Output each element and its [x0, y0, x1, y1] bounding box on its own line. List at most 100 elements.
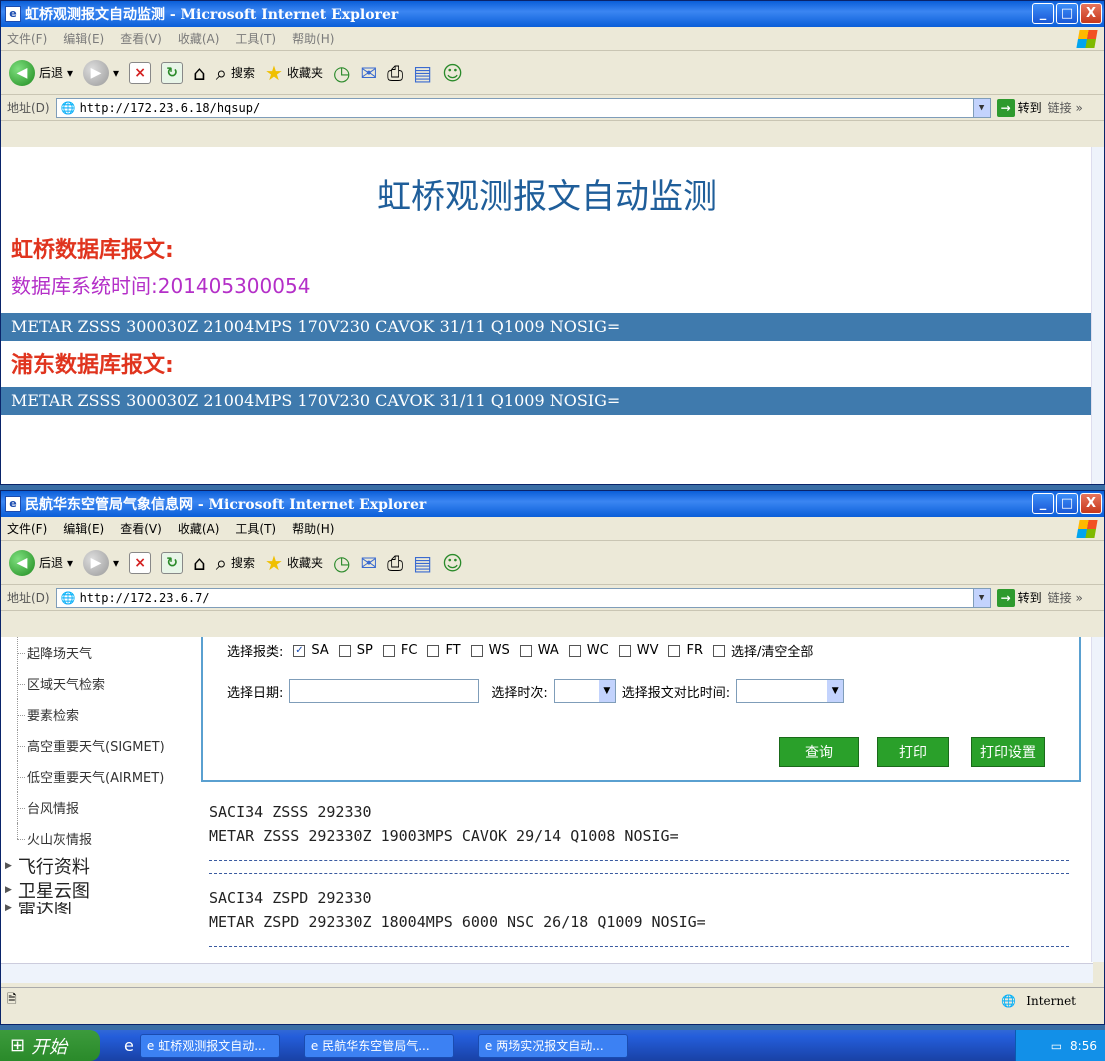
ie-icon: e: [5, 496, 21, 512]
taskbar-item-eastchina[interactable]: e 民航华东空管局气...: [303, 1033, 454, 1058]
back-button[interactable]: ◀ 后退 ▾: [9, 549, 73, 576]
page-content: 虹桥观测报文自动监测 虹桥数据库报文: 数据库系统时间:201405300054…: [1, 147, 1093, 484]
print-icon[interactable]: ⎙: [387, 62, 403, 84]
compare-label: 选择报文对比时间:: [621, 685, 731, 701]
taskbar-item-two-airports[interactable]: e 两场实况报文自动...: [477, 1033, 628, 1058]
sidebar-section-radar[interactable]: ▶ 雷达图: [1, 902, 201, 914]
maximize-button[interactable]: □: [1056, 493, 1078, 514]
address-input[interactable]: 🌐 http://172.23.6.18/hqsup/ ▼: [55, 97, 991, 118]
report-body: METAR ZSPD 292330Z 18004MPS 6000 NSC 26/…: [209, 913, 706, 931]
triangle-right-icon: ▶: [5, 885, 12, 895]
sidebar-item-airmet[interactable]: 低空重要天气(AIRMET): [1, 761, 201, 792]
refresh-icon[interactable]: ↻: [161, 551, 184, 574]
start-button[interactable]: ⊞ 开始: [0, 1030, 100, 1061]
back-arrow-icon: ◀: [9, 59, 35, 86]
title-bar: e 民航华东空管局气象信息网 - Microsoft Internet Expl…: [1, 491, 1104, 517]
menu-tools[interactable]: 工具(T): [235, 30, 276, 47]
links-button[interactable]: 链接 »: [1048, 589, 1083, 606]
minimize-button[interactable]: _: [1032, 493, 1054, 514]
star-icon: ★: [265, 60, 283, 85]
back-button[interactable]: ◀ 后退 ▾: [9, 59, 73, 86]
close-button[interactable]: X: [1080, 493, 1102, 514]
compare-select[interactable]: ▼: [736, 679, 845, 703]
query-button[interactable]: 查询: [779, 737, 859, 767]
checkbox-fc[interactable]: [382, 644, 395, 657]
minimize-button[interactable]: _: [1032, 3, 1054, 24]
sidebar-item-volcanic-ash[interactable]: 火山灰情报: [1, 823, 201, 854]
toolbar: ◀ 后退 ▾ ▶ ▾ × ↻ ⌂ ⌕ 搜索 ★ 收藏夹 ◷ ✉ ⎙ ▤ ☺: [1, 51, 1104, 95]
vertical-scrollbar[interactable]: [1091, 637, 1104, 962]
links-button[interactable]: 链接 »: [1048, 99, 1083, 116]
checkbox-fr[interactable]: [668, 644, 681, 657]
home-icon[interactable]: ⌂: [193, 62, 206, 84]
history-icon[interactable]: ◷: [333, 552, 350, 574]
search-icon: ⌕: [215, 60, 227, 85]
address-input[interactable]: 🌐 http://172.23.6.7/ ▼: [55, 587, 991, 608]
menu-tools[interactable]: 工具(T): [235, 520, 276, 537]
checkbox-ft[interactable]: [427, 644, 440, 657]
print-setup-button[interactable]: 打印设置: [971, 737, 1045, 767]
forward-button[interactable]: ▶ ▾: [83, 549, 119, 576]
mail-icon[interactable]: ✉: [360, 552, 377, 574]
address-label: 地址(D): [7, 591, 50, 605]
ie-quicklaunch-icon[interactable]: e: [124, 1036, 134, 1055]
checkbox-select-all[interactable]: [713, 644, 725, 657]
menu-edit[interactable]: 编辑(E): [63, 30, 104, 47]
mail-icon[interactable]: ✉: [360, 62, 377, 84]
chevron-down-icon[interactable]: ▼: [972, 98, 990, 117]
sidebar-item-sigmet[interactable]: 高空重要天气(SIGMET): [1, 730, 201, 761]
chevron-down-icon[interactable]: ▼: [972, 588, 990, 607]
network-icon[interactable]: ▭: [1051, 1039, 1062, 1053]
sidebar-item-aerodrome[interactable]: 起降场天气: [1, 637, 201, 668]
report-body: METAR ZSSS 292330Z 19003MPS CAVOK 29/14 …: [209, 827, 679, 845]
refresh-icon[interactable]: ↻: [161, 61, 184, 84]
messenger-icon[interactable]: ☺: [442, 552, 463, 574]
checkbox-wa[interactable]: [519, 644, 532, 657]
favorites-button[interactable]: ★ 收藏夹: [265, 552, 323, 574]
print-icon[interactable]: ⎙: [387, 552, 403, 574]
go-button[interactable]: → 转到: [996, 588, 1042, 607]
messenger-icon[interactable]: ☺: [442, 62, 463, 84]
ie-icon: e: [310, 1038, 319, 1053]
time-label: 选择时次:: [491, 685, 548, 701]
stop-icon[interactable]: ×: [129, 551, 152, 574]
menu-help[interactable]: 帮助(H): [292, 30, 334, 47]
menu-edit[interactable]: 编辑(E): [63, 520, 104, 537]
favorites-button[interactable]: ★ 收藏夹: [265, 62, 323, 84]
date-input[interactable]: [289, 679, 480, 703]
checkbox-ws[interactable]: [470, 644, 483, 657]
edit-icon[interactable]: ▤: [413, 552, 432, 574]
sidebar-section-flight-data[interactable]: ▶ 飞行资料: [1, 854, 201, 878]
stop-icon[interactable]: ×: [129, 61, 152, 84]
close-button[interactable]: X: [1080, 3, 1102, 24]
window-title: 虹桥观测报文自动监测 - Microsoft Internet Explorer: [25, 7, 399, 23]
menu-view[interactable]: 查看(V): [120, 30, 162, 47]
horizontal-scrollbar[interactable]: [1, 963, 1093, 983]
checkbox-sp[interactable]: [338, 644, 351, 657]
sidebar-item-area-weather[interactable]: 区域天气检索: [1, 668, 201, 699]
sidebar-section-satellite[interactable]: ▶ 卫星云图: [1, 878, 201, 902]
print-button[interactable]: 打印: [877, 737, 949, 767]
menu-favorites[interactable]: 收藏(A): [178, 30, 220, 47]
vertical-scrollbar[interactable]: [1091, 147, 1104, 484]
sidebar-item-typhoon[interactable]: 台风情报: [1, 792, 201, 823]
maximize-button[interactable]: □: [1056, 3, 1078, 24]
menu-help[interactable]: 帮助(H): [292, 520, 334, 537]
edit-icon[interactable]: ▤: [413, 62, 432, 84]
home-icon[interactable]: ⌂: [193, 552, 206, 574]
menu-favorites[interactable]: 收藏(A): [178, 520, 220, 537]
search-button[interactable]: ⌕ 搜索: [216, 552, 255, 574]
checkbox-wc[interactable]: [568, 644, 581, 657]
checkbox-sa[interactable]: ✓: [293, 644, 306, 657]
go-button[interactable]: → 转到: [996, 98, 1042, 117]
menu-file[interactable]: 文件(F): [7, 30, 47, 47]
menu-file[interactable]: 文件(F): [7, 520, 47, 537]
forward-button[interactable]: ▶ ▾: [83, 59, 119, 86]
checkbox-wv[interactable]: [618, 644, 631, 657]
search-button[interactable]: ⌕ 搜索: [216, 62, 255, 84]
menu-view[interactable]: 查看(V): [120, 520, 162, 537]
history-icon[interactable]: ◷: [333, 62, 350, 84]
time-select[interactable]: ▼: [553, 679, 616, 703]
sidebar-item-element-search[interactable]: 要素检索: [1, 699, 201, 730]
taskbar-item-hongqiao[interactable]: e 虹桥观测报文自动...: [139, 1033, 280, 1058]
